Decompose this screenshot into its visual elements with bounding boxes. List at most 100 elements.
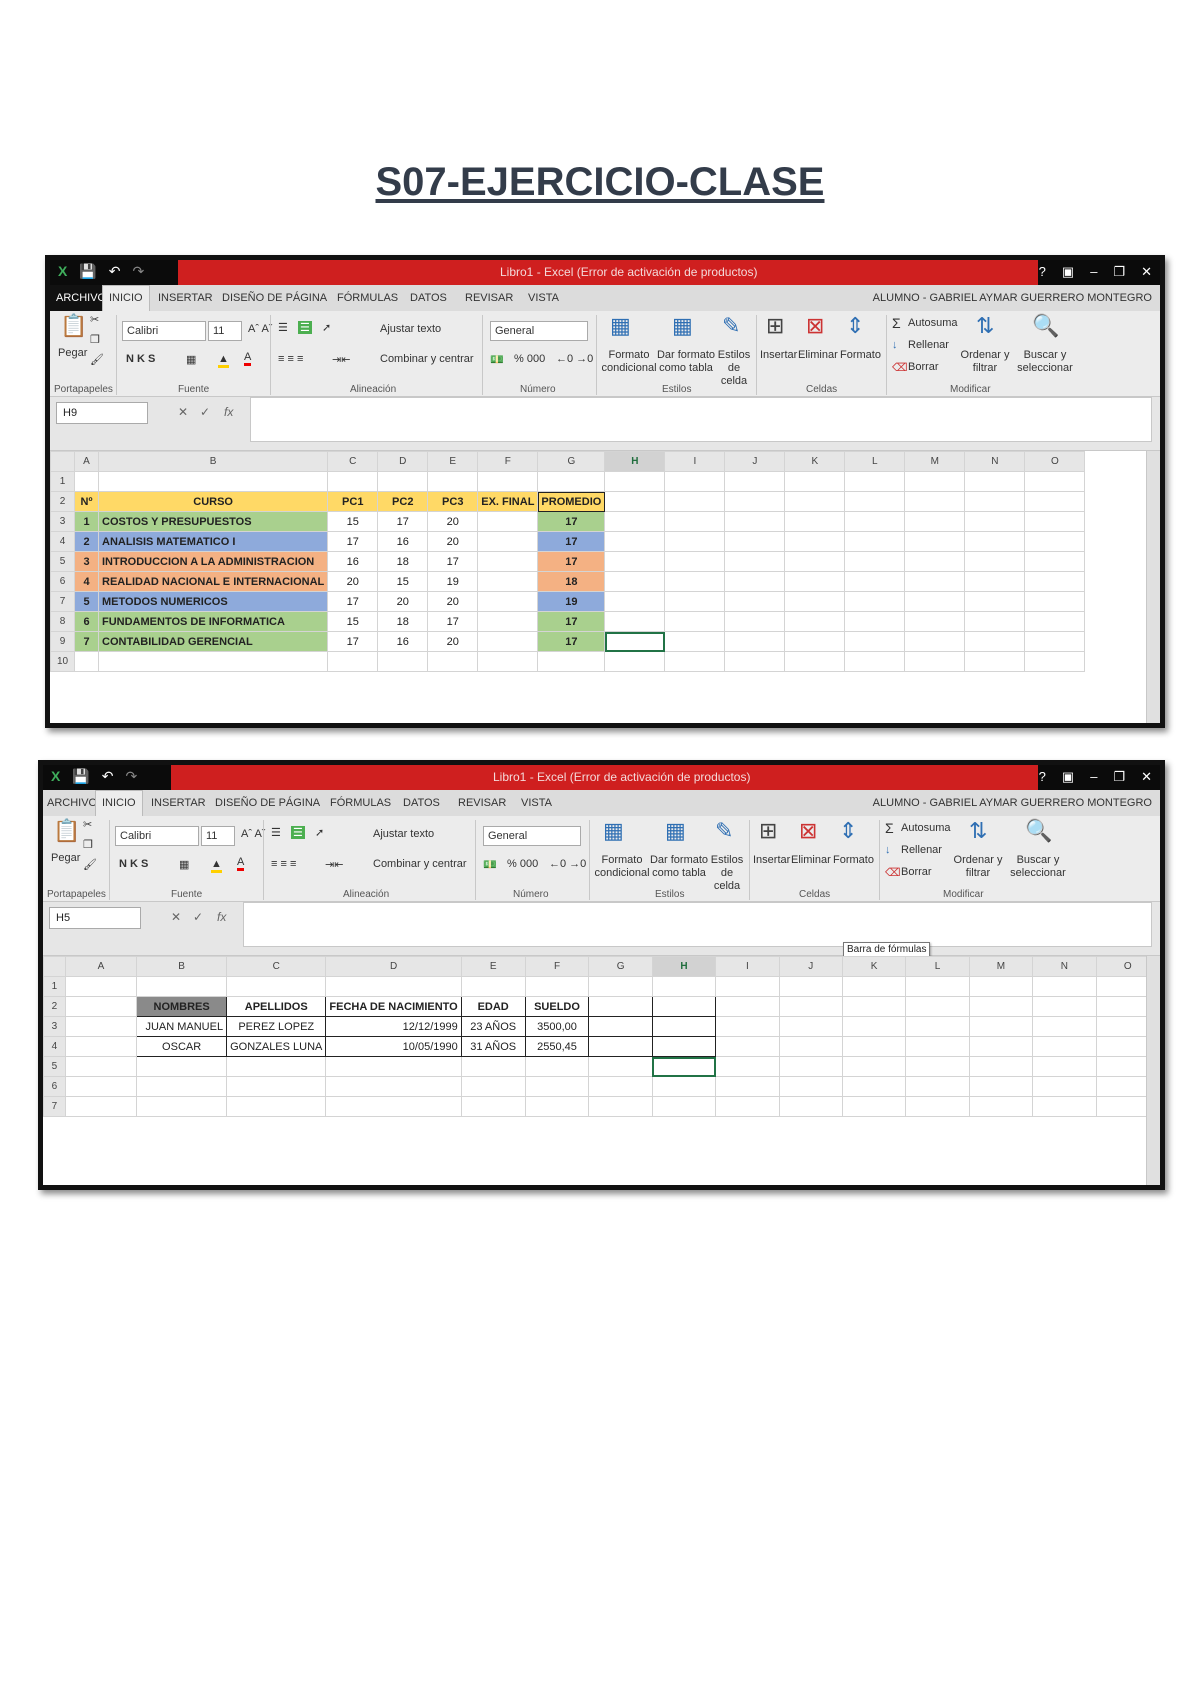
borders-icon[interactable]: ▦ <box>179 858 189 871</box>
format-table-button[interactable]: Dar formato como tabla <box>654 349 718 375</box>
close-icon[interactable]: ✕ <box>1141 264 1152 280</box>
cell-final-exam[interactable] <box>477 511 539 532</box>
sort-filter-button[interactable]: Ordenar y filtrar <box>949 854 1007 880</box>
enter-icon[interactable]: ✓ <box>200 405 210 419</box>
cut-icon[interactable]: ✂ <box>90 313 99 326</box>
decimal-icon[interactable]: ←0 →0 <box>556 353 593 365</box>
close-icon[interactable]: ✕ <box>1141 769 1152 785</box>
align-top-icon[interactable]: ☰ <box>271 826 281 839</box>
tab-insert[interactable]: INSERTAR <box>151 797 206 809</box>
format-cells-button[interactable]: Formato <box>833 854 874 866</box>
format-painter-icon[interactable]: 🖌 <box>90 353 104 366</box>
worksheet-grid[interactable]: A B C D E F G H I J K L M N O 1 2 Nº CUR… <box>50 451 1160 723</box>
align-middle-icon[interactable]: ☰ <box>298 321 312 334</box>
cell-course[interactable]: REALIDAD NACIONAL E INTERNACIONAL <box>97 571 329 592</box>
autosum-icon[interactable]: Σ <box>885 820 894 836</box>
cell-course[interactable]: ANALISIS MATEMATICO I <box>97 531 329 552</box>
tab-review[interactable]: REVISAR <box>465 292 513 304</box>
cell-styles-button[interactable]: Estilos de celda <box>714 349 754 388</box>
sort-filter-button[interactable]: Ordenar y filtrar <box>956 349 1014 375</box>
cell-styles-icon[interactable]: ✎ <box>715 818 733 844</box>
column-header[interactable]: G <box>588 956 653 977</box>
cell-styles-button[interactable]: Estilos de celda <box>707 854 747 893</box>
cell-nombre[interactable]: OSCAR <box>136 1036 228 1057</box>
column-header[interactable]: I <box>715 956 780 977</box>
header-cell[interactable]: Nº <box>74 491 99 512</box>
tab-formulas[interactable]: FÓRMULAS <box>337 292 398 304</box>
tab-data[interactable]: DATOS <box>410 292 447 304</box>
header-cell[interactable]: PC1 <box>327 491 379 512</box>
cell-average[interactable]: 17 <box>537 611 606 632</box>
fill-color-icon[interactable]: ▲ <box>218 353 229 368</box>
delete-cells-button[interactable]: Eliminar <box>791 854 831 866</box>
percent-thousands-buttons[interactable]: % 000 <box>507 858 538 870</box>
cell-edad[interactable]: 31 AÑOS <box>460 1036 526 1057</box>
align-left-icon[interactable]: ≡ ≡ ≡ <box>278 353 303 365</box>
clear-icon[interactable]: ⌫ <box>885 866 901 879</box>
wrap-text-button[interactable]: Ajustar texto <box>373 828 434 840</box>
font-style-buttons[interactable]: N K S <box>126 353 155 365</box>
borders-icon[interactable]: ▦ <box>186 353 196 366</box>
column-header[interactable]: C <box>327 451 379 472</box>
column-header[interactable]: C <box>226 956 327 977</box>
column-header[interactable]: N <box>1032 956 1097 977</box>
restore-icon[interactable]: ❐ <box>1113 769 1125 785</box>
format-cells-icon[interactable]: ⇕ <box>839 818 857 844</box>
tab-page-layout[interactable]: DISEÑO DE PÁGINA <box>222 292 327 304</box>
ribbon-options-icon[interactable]: ▣ <box>1062 769 1074 785</box>
number-format-select[interactable]: General <box>490 321 588 341</box>
cell-pc1[interactable]: 17 <box>327 631 379 652</box>
copy-icon[interactable]: ❐ <box>90 333 100 346</box>
tab-file[interactable]: ARCHIVO <box>47 797 97 809</box>
column-header[interactable]: E <box>460 956 526 977</box>
font-name-select[interactable]: Calibri <box>122 321 206 341</box>
grow-font-icon[interactable]: Aˆ Aˇ <box>248 323 272 335</box>
column-header[interactable]: F <box>524 956 590 977</box>
name-box[interactable]: H9 <box>56 402 148 424</box>
decimal-icon[interactable]: ←0 →0 <box>549 858 586 870</box>
font-size-select[interactable]: 11 <box>208 321 242 341</box>
format-table-icon[interactable]: ▦ <box>672 313 693 339</box>
header-cell[interactable]: PC2 <box>377 491 429 512</box>
cell-average[interactable]: 18 <box>537 571 606 592</box>
find-select-icon[interactable]: 🔍 <box>1025 818 1052 844</box>
row-header[interactable]: 2 <box>43 996 66 1017</box>
row-header[interactable]: 4 <box>43 1036 66 1057</box>
cell-final-exam[interactable] <box>477 611 539 632</box>
cancel-icon[interactable]: ✕ <box>171 910 181 924</box>
row-header[interactable]: 5 <box>43 1056 66 1077</box>
column-header[interactable]: M <box>968 956 1034 977</box>
fill-icon[interactable]: ↓ <box>892 339 898 351</box>
header-cell[interactable]: SUELDO <box>524 996 590 1017</box>
paste-icon[interactable]: 📋 <box>53 818 80 844</box>
header-cell[interactable]: EX. FINAL <box>477 491 539 512</box>
tab-insert[interactable]: INSERTAR <box>158 292 213 304</box>
formula-input[interactable] <box>250 397 1152 442</box>
merge-center-button[interactable]: Combinar y centrar <box>380 353 474 365</box>
cell-pc1[interactable]: 15 <box>327 511 379 532</box>
tab-home[interactable]: INICIO <box>102 285 150 311</box>
format-table-button[interactable]: Dar formato como tabla <box>647 854 711 880</box>
delete-cells-icon[interactable]: ⊠ <box>806 313 824 339</box>
minimize-icon[interactable]: – <box>1090 264 1097 280</box>
tab-formulas[interactable]: FÓRMULAS <box>330 797 391 809</box>
indent-icon[interactable]: ⇥⇤ <box>332 353 350 366</box>
cell-pc2[interactable]: 18 <box>377 551 429 572</box>
worksheet-grid[interactable]: A B C D E F G H I J K L M N O 1 2 NOMBRE… <box>43 956 1160 1185</box>
cell-nombre[interactable]: JUAN MANUEL <box>136 1016 228 1037</box>
cell-average[interactable]: 17 <box>537 531 606 552</box>
cell-number[interactable]: 1 <box>74 511 99 532</box>
help-icon[interactable]: ? <box>1039 769 1046 785</box>
column-header[interactable]: D <box>325 956 462 977</box>
sort-filter-icon[interactable]: ⇅ <box>969 818 987 844</box>
undo-icon[interactable]: ↶ <box>102 768 114 785</box>
column-header[interactable]: J <box>778 956 843 977</box>
format-cells-button[interactable]: Formato <box>840 349 881 361</box>
column-header[interactable]: O <box>1024 451 1086 472</box>
format-painter-icon[interactable]: 🖌 <box>83 858 97 871</box>
cell-course[interactable]: INTRODUCCION A LA ADMINISTRACION <box>97 551 329 572</box>
conditional-format-icon[interactable]: ▦ <box>603 818 624 844</box>
orientation-icon[interactable]: ➚ <box>315 826 324 839</box>
paste-icon[interactable]: 📋 <box>60 313 87 339</box>
font-color-icon[interactable]: A <box>244 351 252 366</box>
